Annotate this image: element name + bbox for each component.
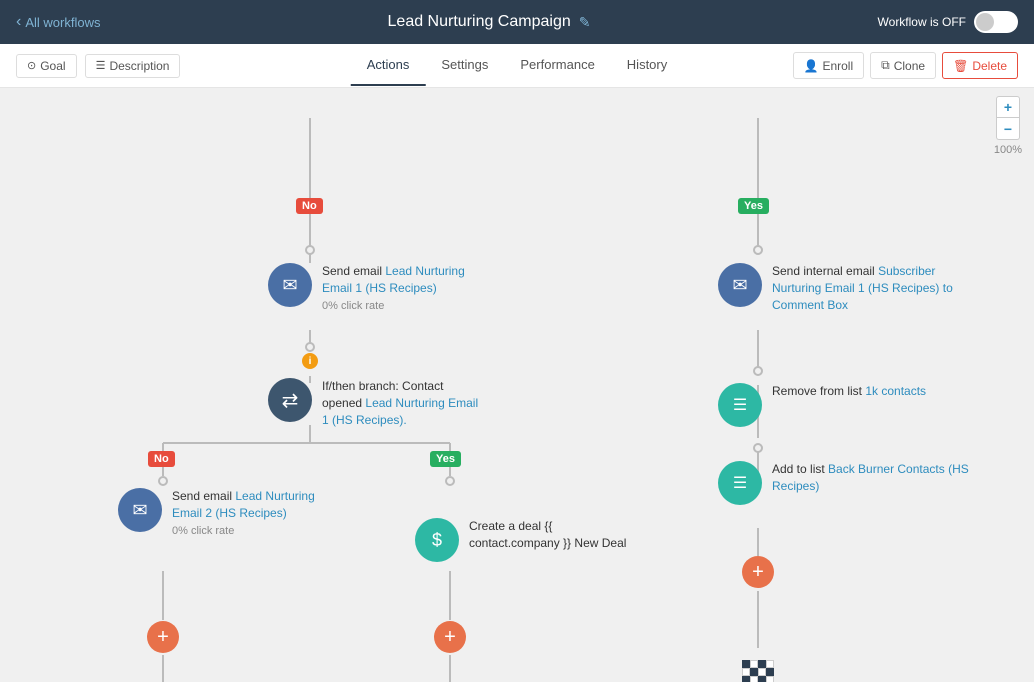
toolbar: ⊙ Goal ☰ Description Actions Settings Pe… — [0, 44, 1034, 88]
connector-dot-5 — [753, 443, 763, 453]
send-email-1-node[interactable]: ✉ Send email Lead Nurturing Email 1 (HS … — [268, 263, 482, 314]
add-to-list-node[interactable]: ☰ Add to list Back Burner Contacts (HS R… — [718, 461, 972, 505]
if-then-branch-node[interactable]: ⇄ If/then branch: Contact opened Lead Nu… — [268, 378, 482, 428]
remove-from-list-label: Remove from list — [772, 384, 865, 398]
enroll-icon: 👤 — [804, 59, 819, 73]
send-internal-email-text: Send internal email Subscriber Nurturing… — [772, 263, 972, 313]
if-then-text: If/then branch: Contact opened Lead Nurt… — [322, 378, 482, 428]
branch-yes-label-1: Yes — [738, 198, 769, 214]
add-step-button-right[interactable]: + — [742, 556, 774, 588]
remove-from-list-icon: ☰ — [718, 383, 762, 427]
send-email-2-label: Send email — [172, 489, 235, 503]
header-right: Workflow is OFF — [878, 11, 1018, 33]
delete-button[interactable]: 🗑 Delete — [942, 52, 1018, 79]
send-internal-email-icon: ✉ — [718, 263, 762, 307]
toolbar-left: ⊙ Goal ☰ Description — [16, 54, 180, 78]
clone-label: Clone — [894, 59, 925, 73]
goal-label: Goal — [40, 59, 65, 73]
delete-label: Delete — [972, 59, 1007, 73]
description-button[interactable]: ☰ Description — [85, 54, 181, 78]
send-internal-email-node[interactable]: ✉ Send internal email Subscriber Nurturi… — [718, 263, 972, 313]
send-internal-label: Send internal email — [772, 264, 878, 278]
create-deal-label: Create a deal {{ contact.company }} New … — [469, 519, 626, 550]
connector-dot-1 — [305, 245, 315, 255]
zoom-controls: + − 100% — [994, 96, 1022, 156]
back-label: All workflows — [25, 15, 100, 30]
enroll-label: Enroll — [822, 59, 853, 73]
tab-history[interactable]: History — [611, 45, 683, 86]
description-icon: ☰ — [96, 59, 106, 72]
connector-dot-2 — [753, 245, 763, 255]
connector-dot-3 — [305, 342, 315, 352]
send-email-2-subtext: 0% click rate — [172, 524, 332, 539]
workflow-status-label: Workflow is OFF — [878, 15, 966, 29]
remove-from-list-text: Remove from list 1k contacts — [772, 383, 926, 400]
workflow-canvas: + − 100% — [0, 88, 1034, 682]
workflow-title: Lead Nurturing Campaign — [388, 13, 571, 31]
create-deal-node[interactable]: $ Create a deal {{ contact.company }} Ne… — [415, 518, 629, 562]
create-deal-text: Create a deal {{ contact.company }} New … — [469, 518, 629, 552]
toolbar-tabs: Actions Settings Performance History — [351, 45, 684, 86]
remove-from-list-node[interactable]: ☰ Remove from list 1k contacts — [718, 383, 926, 427]
tab-settings[interactable]: Settings — [425, 45, 504, 86]
send-email-2-node[interactable]: ✉ Send email Lead Nurturing Email 2 (HS … — [118, 488, 332, 539]
remove-from-list-link[interactable]: 1k contacts — [865, 384, 926, 398]
branch-no-label-1: No — [296, 198, 323, 214]
add-to-list-icon: ☰ — [718, 461, 762, 505]
workflow-toggle[interactable] — [974, 11, 1018, 33]
add-to-list-text: Add to list Back Burner Contacts (HS Rec… — [772, 461, 972, 495]
send-email-1-icon: ✉ — [268, 263, 312, 307]
enroll-button[interactable]: 👤 Enroll — [793, 52, 865, 79]
tab-performance[interactable]: Performance — [504, 45, 610, 86]
branch-no-label-2: No — [148, 451, 175, 467]
send-email-1-text: Send email Lead Nurturing Email 1 (HS Re… — [322, 263, 482, 314]
clone-button[interactable]: ⧉ Clone — [870, 52, 936, 79]
info-icon[interactable]: i — [302, 353, 318, 369]
send-email-1-label: Send email — [322, 264, 385, 278]
header-title-container: Lead Nurturing Campaign ✎ — [388, 13, 591, 31]
connector-dot-6 — [158, 476, 168, 486]
goal-button[interactable]: ⊙ Goal — [16, 54, 77, 78]
add-step-button-left[interactable]: + — [147, 621, 179, 653]
back-button[interactable]: All workflows — [16, 13, 100, 31]
zoom-out-button[interactable]: − — [996, 118, 1020, 140]
delete-icon: 🗑 — [953, 59, 968, 73]
connector-dot-4 — [753, 366, 763, 376]
create-deal-icon: $ — [415, 518, 459, 562]
edit-title-icon[interactable]: ✎ — [579, 14, 591, 31]
connector-dot-7 — [445, 476, 455, 486]
add-step-button-center[interactable]: + — [434, 621, 466, 653]
clone-icon: ⧉ — [881, 58, 890, 73]
if-then-icon: ⇄ — [268, 378, 312, 422]
description-label: Description — [109, 59, 169, 73]
add-to-list-label: Add to list — [772, 462, 828, 476]
zoom-level: 100% — [994, 144, 1022, 156]
zoom-in-button[interactable]: + — [996, 96, 1020, 118]
send-email-2-icon: ✉ — [118, 488, 162, 532]
end-marker-right — [742, 660, 774, 682]
toolbar-right: 👤 Enroll ⧉ Clone 🗑 Delete — [793, 52, 1019, 79]
tab-actions[interactable]: Actions — [351, 45, 426, 86]
send-email-1-subtext: 0% click rate — [322, 299, 482, 314]
goal-icon: ⊙ — [27, 59, 36, 72]
send-email-2-text: Send email Lead Nurturing Email 2 (HS Re… — [172, 488, 332, 539]
header: All workflows Lead Nurturing Campaign ✎ … — [0, 0, 1034, 44]
branch-yes-label-2: Yes — [430, 451, 461, 467]
